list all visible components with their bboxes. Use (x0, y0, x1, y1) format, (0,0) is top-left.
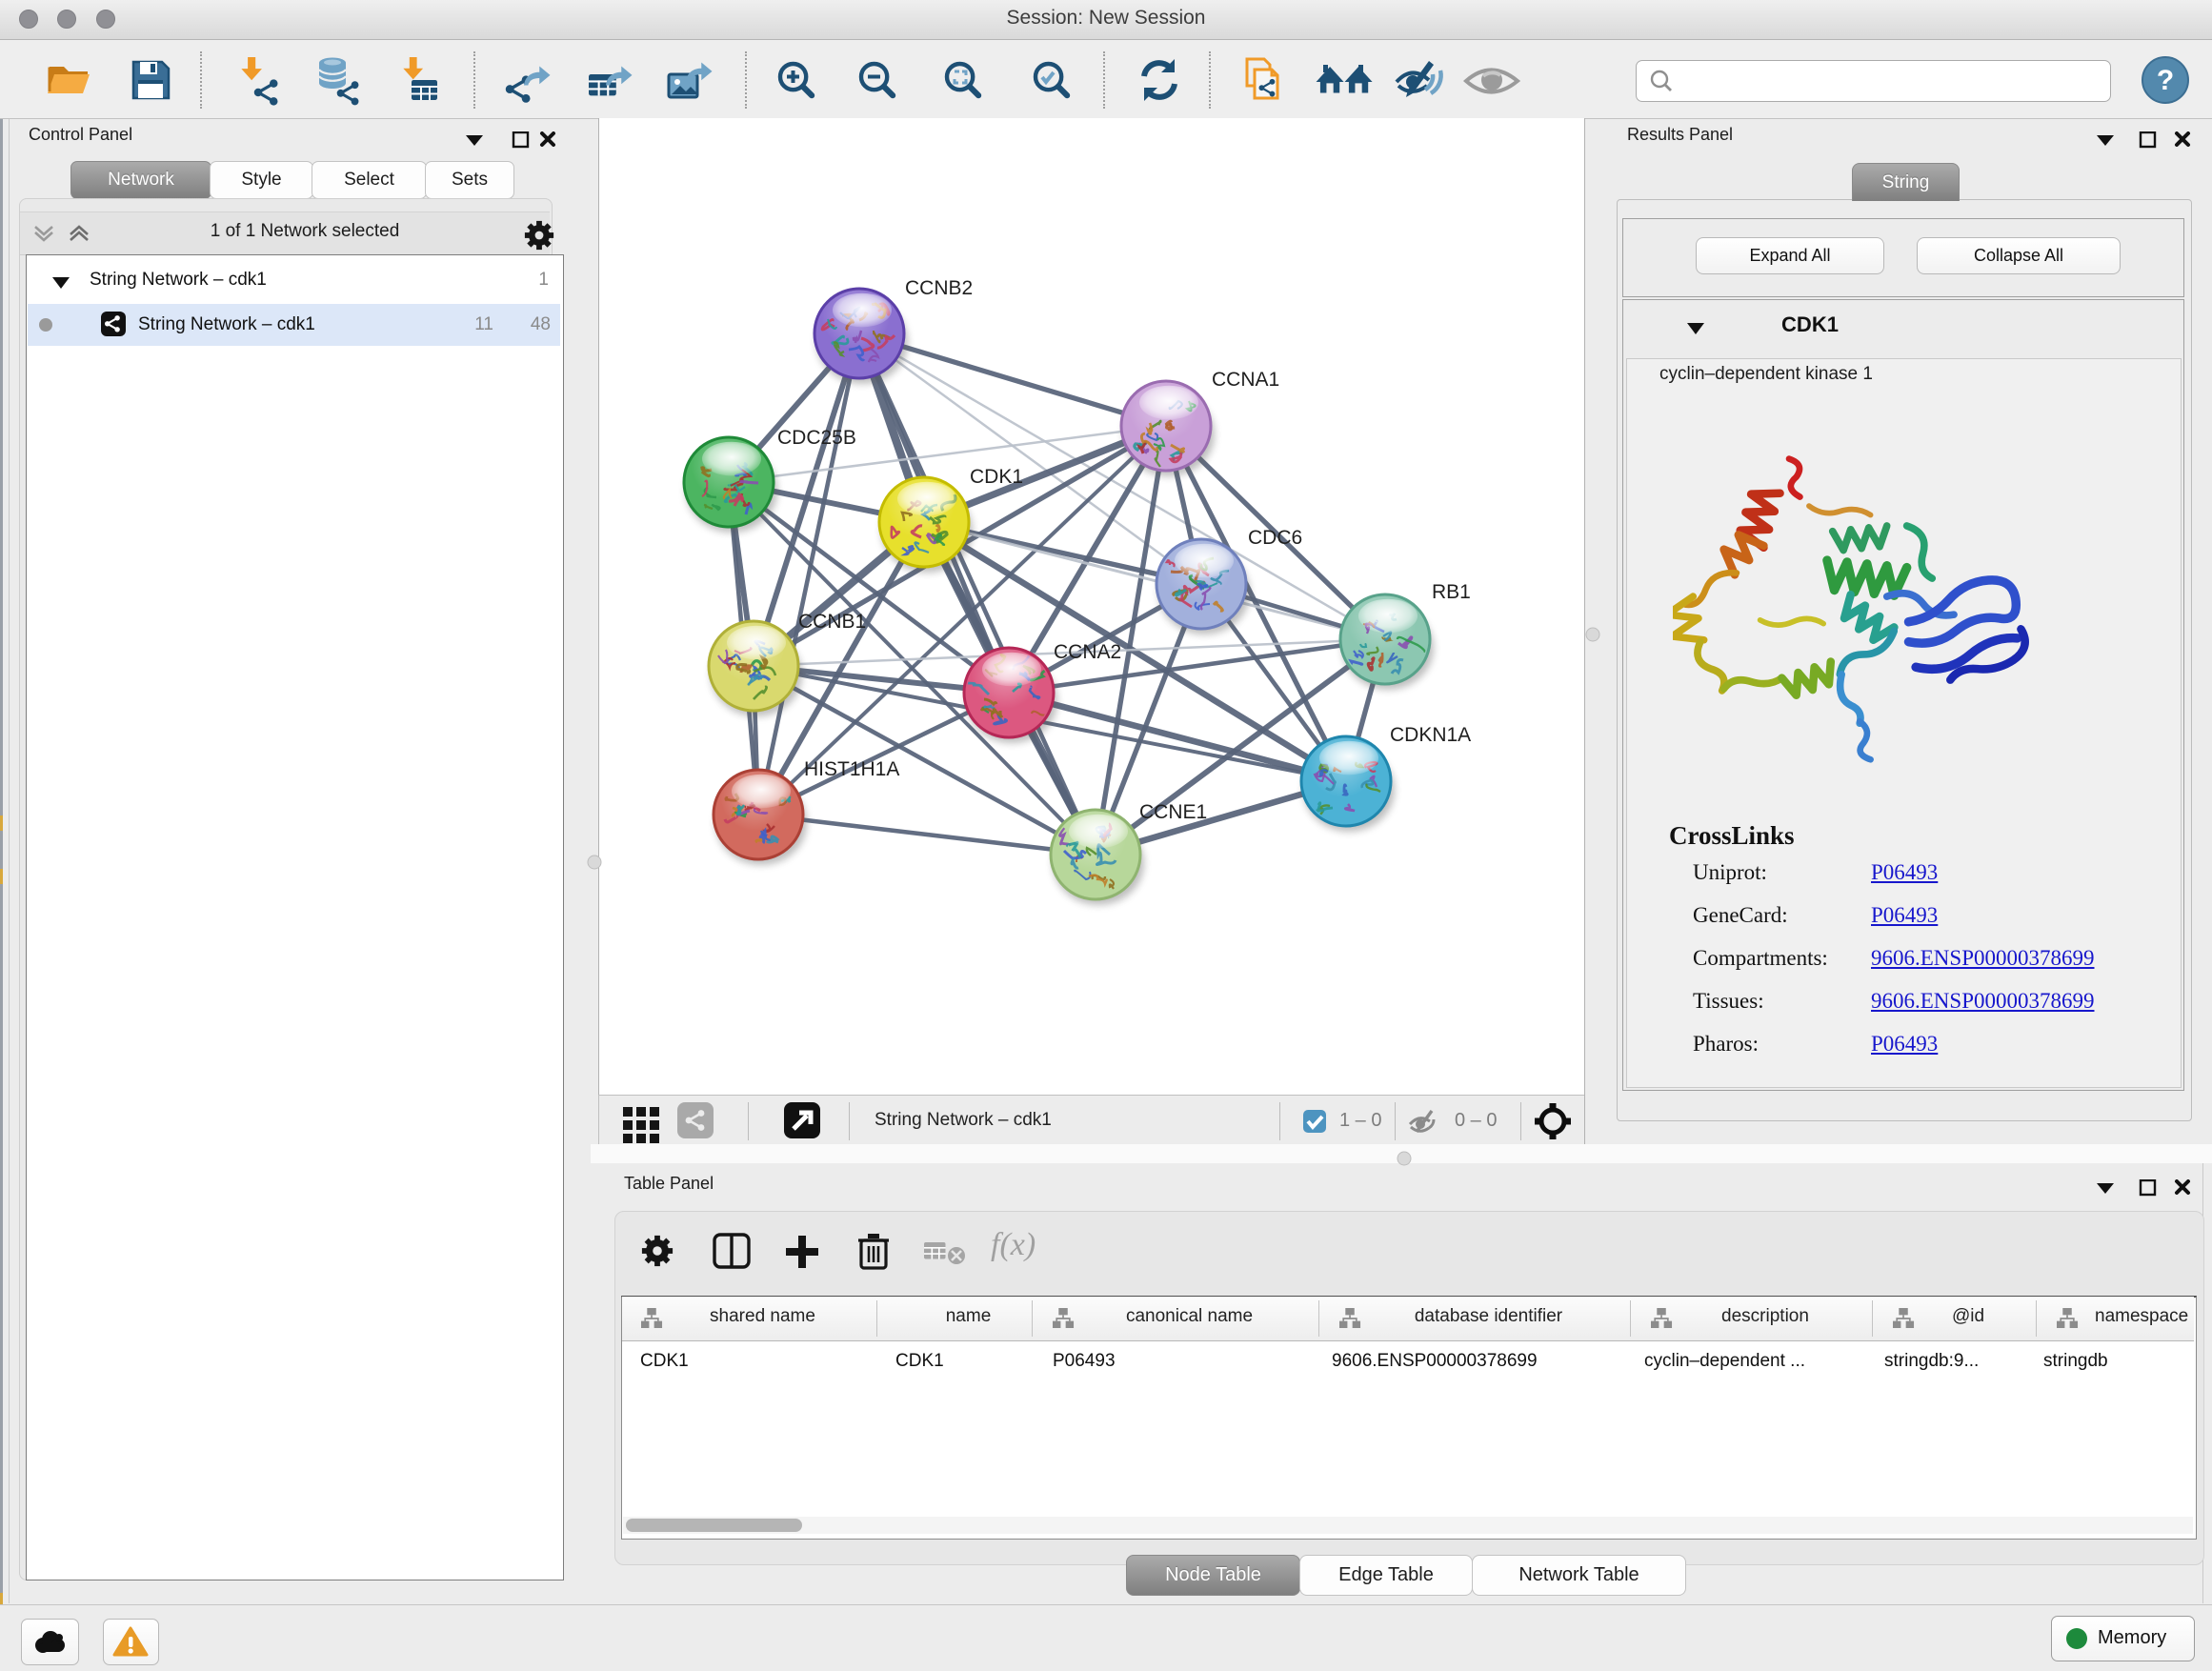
svg-text:CCNE1: CCNE1 (1139, 801, 1207, 823)
svg-text:RB1: RB1 (1432, 581, 1471, 603)
svg-text:CCNB1: CCNB1 (798, 611, 866, 633)
svg-text:CCNA2: CCNA2 (1054, 641, 1121, 663)
svg-text:CDC25B: CDC25B (777, 427, 856, 449)
svg-text:CCNA1: CCNA1 (1212, 369, 1279, 391)
svg-text:CDKN1A: CDKN1A (1390, 724, 1471, 746)
svg-text:CDC6: CDC6 (1248, 527, 1302, 549)
svg-text:CCNB2: CCNB2 (905, 277, 973, 299)
svg-text:CDK1: CDK1 (970, 466, 1023, 488)
svg-text:HIST1H1A: HIST1H1A (804, 758, 899, 780)
svg-text:?: ? (2157, 65, 2174, 96)
